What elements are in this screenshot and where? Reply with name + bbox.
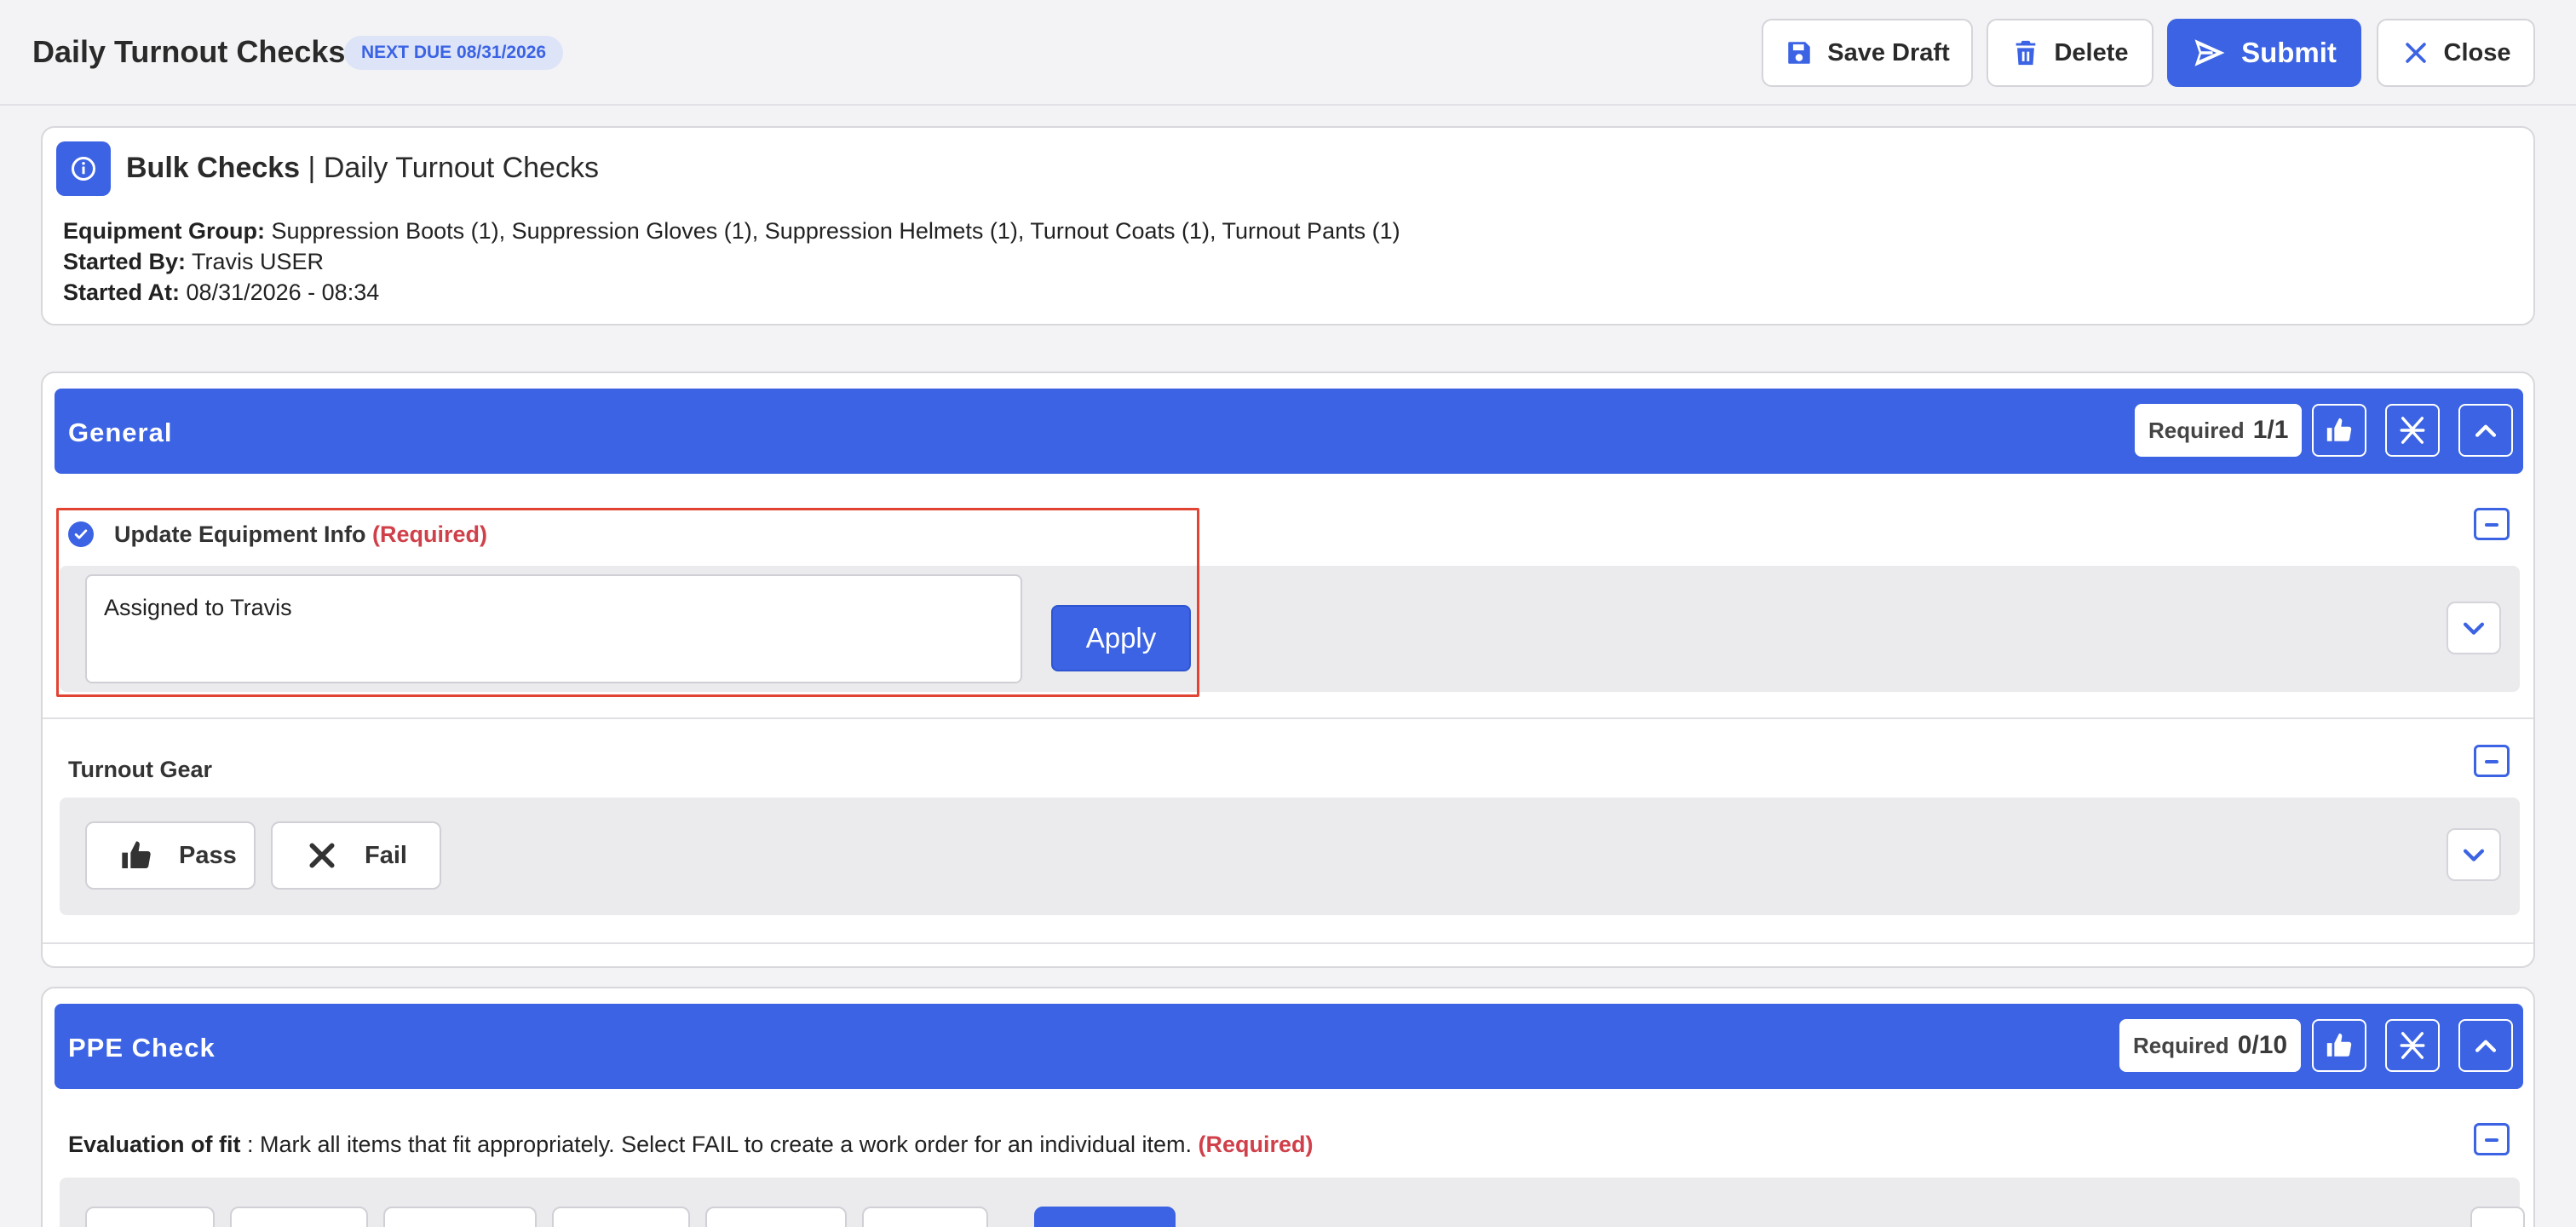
close-label: Close [2443, 38, 2511, 66]
general-section-title: General [68, 418, 173, 447]
submit-button[interactable]: Submit [2167, 19, 2361, 87]
send-icon [2194, 39, 2225, 66]
page-header: Daily Turnout Checks NEXT DUE 08/31/2026… [0, 0, 2576, 106]
item-divider [43, 717, 2533, 719]
chevron-up-icon [2475, 424, 2497, 437]
general-required-label: Required [2148, 417, 2245, 443]
chevron-down-icon [2463, 849, 2485, 861]
thumbs-up-icon [2326, 418, 2352, 441]
started-by-line: Started By: Travis USER [63, 249, 324, 275]
info-title-rest: | Daily Turnout Checks [308, 152, 599, 184]
close-button[interactable]: Close [2377, 19, 2535, 87]
check-circle-icon [68, 521, 94, 547]
ppe-item-button[interactable] [383, 1207, 537, 1227]
info-title-bold: Bulk Checks [126, 152, 301, 184]
ppe-section-title: PPE Check [68, 1033, 216, 1063]
started-at-label: Started At: [63, 279, 181, 305]
collapse-arrows-icon [2400, 1032, 2425, 1059]
eval-description: : Mark all items that fit appropriately.… [240, 1132, 1199, 1157]
general-pass-all-button[interactable] [2312, 404, 2366, 457]
turnout-gear-collapse-button[interactable] [2474, 745, 2510, 777]
pass-label: Pass [179, 841, 237, 869]
turnout-gear-expand-button[interactable] [2447, 828, 2501, 881]
delete-label: Delete [2054, 38, 2129, 66]
equipment-group-label: Equipment Group: [63, 218, 265, 244]
apply-button[interactable]: Apply [1051, 605, 1191, 671]
trash-icon [2016, 40, 2036, 66]
thumbs-up-icon [2326, 1033, 2352, 1057]
general-section-header: General Required 1/1 [55, 389, 2523, 474]
ppe-item-button[interactable] [862, 1207, 988, 1227]
general-section: General Required 1/1 Update Equipment In… [41, 372, 2535, 968]
eval-collapse-button[interactable] [2474, 1123, 2510, 1155]
bulk-checks-info-card: Bulk Checks | Daily Turnout Checks Equip… [41, 126, 2535, 325]
delete-button[interactable]: Delete [1987, 19, 2153, 87]
ppe-check-section: PPE Check Required 0/10 Evaluation of fi… [41, 987, 2535, 1227]
eval-label: Evaluation of fit [68, 1132, 241, 1157]
ppe-item-button[interactable] [230, 1207, 368, 1227]
equipment-info-textarea[interactable]: Assigned to Travis [85, 574, 1022, 683]
floppy-disk-icon [1788, 42, 1811, 64]
started-by-value: Travis USER [192, 249, 325, 274]
started-at-value: 08/31/2026 - 08:34 [186, 279, 380, 305]
close-icon [2405, 43, 2426, 63]
fail-button[interactable]: Fail [271, 821, 441, 890]
update-equipment-info-label: Update Equipment Info (Required) [114, 521, 487, 548]
chevron-down-icon [2463, 622, 2485, 635]
submit-label: Submit [2241, 37, 2337, 68]
item-divider [43, 942, 2533, 944]
update-info-panel: Assigned to Travis Apply [60, 566, 2520, 692]
collapse-arrows-icon [2400, 417, 2425, 444]
eval-required-tag: (Required) [1198, 1132, 1314, 1157]
ppe-required-count: 0/10 [2237, 1031, 2288, 1059]
page-title: Daily Turnout Checks [32, 34, 346, 69]
equipment-group-value: Suppression Boots (1), Suppression Glove… [271, 218, 1400, 244]
general-required-pill: Required 1/1 [2135, 404, 2303, 457]
info-title: Bulk Checks | Daily Turnout Checks [126, 152, 599, 185]
turnout-gear-panel: Pass Fail [60, 798, 2520, 915]
info-icon [56, 141, 111, 196]
thumbs-up-icon [122, 841, 151, 869]
update-equipment-info-text: Update Equipment Info [114, 521, 366, 547]
update-info-expand-button[interactable] [2447, 602, 2501, 654]
chevron-up-icon [2475, 1040, 2497, 1052]
ppe-apply-button[interactable] [1034, 1207, 1176, 1227]
ppe-required-label: Required [2133, 1032, 2229, 1058]
ppe-required-pill: Required 0/10 [2119, 1019, 2302, 1072]
save-draft-label: Save Draft [1827, 38, 1950, 66]
ppe-item-button[interactable] [85, 1207, 215, 1227]
ppe-section-header: PPE Check Required 0/10 [55, 1004, 2523, 1089]
eval-expand-button[interactable] [2470, 1207, 2525, 1227]
equipment-group-line: Equipment Group: Suppression Boots (1), … [63, 218, 1400, 245]
save-draft-button[interactable]: Save Draft [1762, 19, 1973, 87]
x-icon [309, 843, 335, 868]
started-at-line: Started At: 08/31/2026 - 08:34 [63, 279, 379, 306]
ppe-item-button[interactable] [552, 1207, 690, 1227]
ppe-item-button[interactable] [705, 1207, 847, 1227]
fail-label: Fail [365, 841, 407, 869]
turnout-gear-label: Turnout Gear [68, 757, 213, 782]
general-toggle-button[interactable] [2458, 404, 2513, 457]
started-by-label: Started By: [63, 249, 187, 274]
ppe-toggle-button[interactable] [2458, 1019, 2513, 1072]
required-tag: (Required) [372, 521, 487, 547]
general-required-count: 1/1 [2252, 416, 2289, 444]
general-collapse-all-button[interactable] [2385, 404, 2440, 457]
evaluation-of-fit-text: Evaluation of fit : Mark all items that … [68, 1132, 1313, 1158]
update-info-collapse-button[interactable] [2474, 508, 2510, 540]
ppe-pass-all-button[interactable] [2312, 1019, 2366, 1072]
pass-button[interactable]: Pass [85, 821, 256, 890]
next-due-badge: NEXT DUE 08/31/2026 [344, 36, 564, 70]
ppe-collapse-all-button[interactable] [2385, 1019, 2440, 1072]
